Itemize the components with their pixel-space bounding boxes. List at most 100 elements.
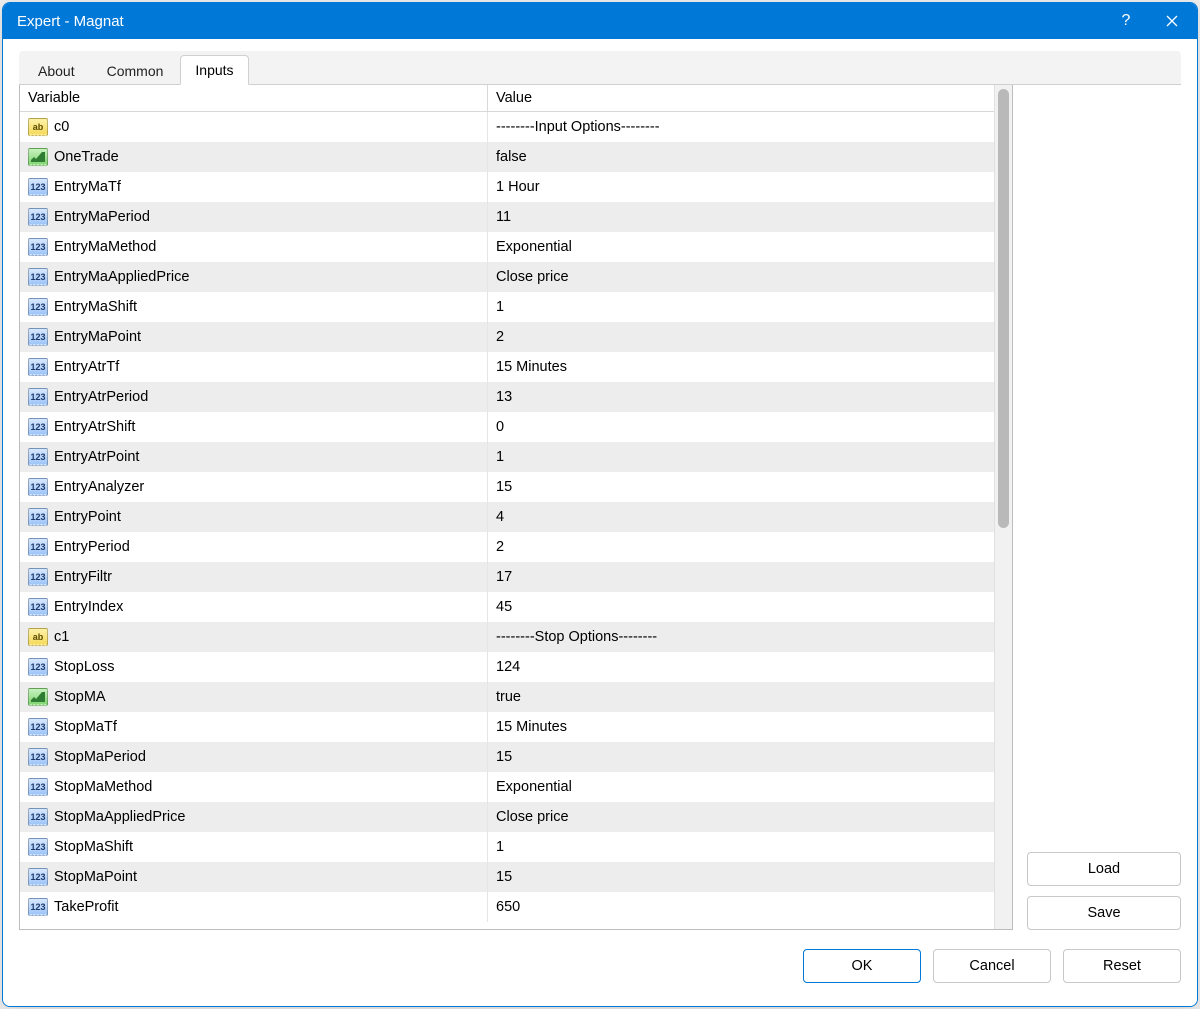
variable-cell[interactable]: 123EntryAnalyzer [20,472,488,502]
variable-cell[interactable]: 123StopMaShift [20,832,488,862]
help-button[interactable]: ? [1103,3,1149,39]
variable-cell[interactable]: 123EntryAtrShift [20,412,488,442]
value-cell[interactable]: Close price [488,262,994,292]
table-row[interactable]: abc1--------Stop Options-------- [20,622,994,652]
value-cell[interactable]: 1 [488,292,994,322]
cancel-button[interactable]: Cancel [933,949,1051,983]
vertical-scrollbar[interactable] [994,85,1012,929]
table-row[interactable]: 123EntryMaPeriod11 [20,202,994,232]
ok-button[interactable]: OK [803,949,921,983]
value-cell[interactable]: 650 [488,892,994,922]
value-cell[interactable]: 1 [488,442,994,472]
tab-inputs[interactable]: Inputs [180,55,248,85]
table-row[interactable]: 123StopMaAppliedPriceClose price [20,802,994,832]
variable-cell[interactable]: 123TakeProfit [20,892,488,922]
table-row[interactable]: 123StopMaTf15 Minutes [20,712,994,742]
variable-name: StopMaPeriod [54,749,146,765]
col-value[interactable]: Value [488,85,994,112]
table-row[interactable]: 123EntryAtrShift0 [20,412,994,442]
value-cell[interactable]: 15 Minutes [488,712,994,742]
tab-common[interactable]: Common [92,56,179,85]
value-cell[interactable]: false [488,142,994,172]
scrollbar-thumb[interactable] [998,89,1009,528]
reset-button[interactable]: Reset [1063,949,1181,983]
value-cell[interactable]: true [488,682,994,712]
value-cell[interactable]: 124 [488,652,994,682]
value-cell[interactable]: 1 Hour [488,172,994,202]
value-cell[interactable]: 11 [488,202,994,232]
table-row[interactable]: 123EntryMaAppliedPriceClose price [20,262,994,292]
table-row[interactable]: OneTradefalse [20,142,994,172]
save-button[interactable]: Save [1027,896,1181,930]
variable-cell[interactable]: 123EntryFiltr [20,562,488,592]
variable-cell[interactable]: 123EntryPoint [20,502,488,532]
value-cell[interactable]: 13 [488,382,994,412]
variable-cell[interactable]: 123StopMaAppliedPrice [20,802,488,832]
int-type-icon: 123 [28,478,48,496]
table-row[interactable]: StopMAtrue [20,682,994,712]
value-cell[interactable]: 1 [488,832,994,862]
variable-cell[interactable]: abc1 [20,622,488,652]
variable-cell[interactable]: 123EntryPeriod [20,532,488,562]
variable-cell[interactable]: 123EntryMaAppliedPrice [20,262,488,292]
table-row[interactable]: 123EntryAtrPeriod13 [20,382,994,412]
value-cell[interactable]: 4 [488,502,994,532]
table-row[interactable]: 123EntryAtrTf15 Minutes [20,352,994,382]
value-cell[interactable]: --------Stop Options-------- [488,622,994,652]
table-row[interactable]: 123StopMaPoint15 [20,862,994,892]
variable-cell[interactable]: 123EntryMaTf [20,172,488,202]
variable-cell[interactable]: 123StopMaPoint [20,862,488,892]
variable-cell[interactable]: 123EntryAtrPoint [20,442,488,472]
table-row[interactable]: 123EntryAnalyzer15 [20,472,994,502]
value-cell[interactable]: Close price [488,802,994,832]
table-row[interactable]: 123EntryAtrPoint1 [20,442,994,472]
value-cell[interactable]: 2 [488,322,994,352]
table-row[interactable]: abc0--------Input Options-------- [20,112,994,142]
table-row[interactable]: 123EntryMaMethodExponential [20,232,994,262]
table-row[interactable]: 123StopMaMethodExponential [20,772,994,802]
table-row[interactable]: 123EntryIndex45 [20,592,994,622]
int-type-icon: 123 [28,388,48,406]
value-cell[interactable]: 15 [488,472,994,502]
variable-cell[interactable]: 123EntryAtrPeriod [20,382,488,412]
value-cell[interactable]: Exponential [488,772,994,802]
value-cell[interactable]: 2 [488,532,994,562]
value-cell[interactable]: 17 [488,562,994,592]
table-row[interactable]: 123TakeProfit650 [20,892,994,922]
col-variable[interactable]: Variable [20,85,488,112]
variable-cell[interactable]: 123EntryAtrTf [20,352,488,382]
table-row[interactable]: 123StopMaShift1 [20,832,994,862]
int-type-icon: 123 [28,838,48,856]
variable-cell[interactable]: 123StopMaPeriod [20,742,488,772]
value-cell[interactable]: --------Input Options-------- [488,112,994,142]
variable-cell[interactable]: 123StopMaTf [20,712,488,742]
load-button[interactable]: Load [1027,852,1181,886]
value-cell[interactable]: Exponential [488,232,994,262]
variable-cell[interactable]: 123EntryMaShift [20,292,488,322]
variable-cell[interactable]: 123EntryMaMethod [20,232,488,262]
close-button[interactable] [1149,3,1195,39]
variable-cell[interactable]: 123StopMaMethod [20,772,488,802]
variable-cell[interactable]: 123EntryIndex [20,592,488,622]
table-row[interactable]: 123EntryFiltr17 [20,562,994,592]
value-cell[interactable]: 15 [488,742,994,772]
value-cell[interactable]: 15 Minutes [488,352,994,382]
value-cell[interactable]: 15 [488,862,994,892]
table-row[interactable]: 123EntryPoint4 [20,502,994,532]
table-row[interactable]: 123EntryMaPoint2 [20,322,994,352]
value-cell[interactable]: 0 [488,412,994,442]
table-row[interactable]: 123EntryMaTf1 Hour [20,172,994,202]
variable-cell[interactable]: StopMA [20,682,488,712]
table-row[interactable]: 123EntryMaShift1 [20,292,994,322]
table-row[interactable]: 123StopLoss124 [20,652,994,682]
table-row[interactable]: 123EntryPeriod2 [20,532,994,562]
variable-cell[interactable]: abc0 [20,112,488,142]
variable-cell[interactable]: 123EntryMaPeriod [20,202,488,232]
tab-about[interactable]: About [23,56,90,85]
variable-cell[interactable]: OneTrade [20,142,488,172]
inputs-table-scroll[interactable]: Variable Value abc0--------Input Options… [20,85,994,929]
variable-cell[interactable]: 123EntryMaPoint [20,322,488,352]
value-cell[interactable]: 45 [488,592,994,622]
table-row[interactable]: 123StopMaPeriod15 [20,742,994,772]
variable-cell[interactable]: 123StopLoss [20,652,488,682]
